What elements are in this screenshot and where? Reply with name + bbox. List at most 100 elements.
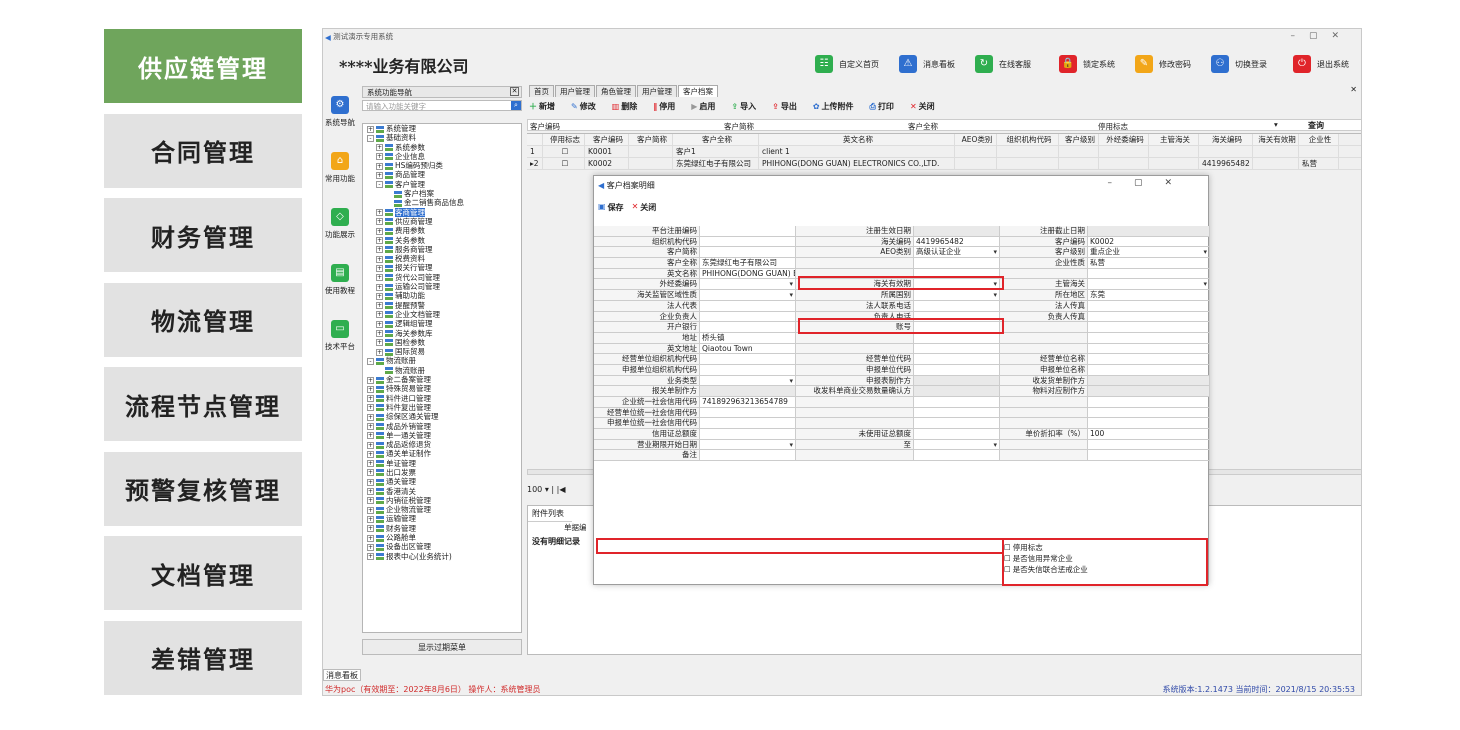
column-header[interactable]: 企业性 <box>1299 134 1339 145</box>
form-field[interactable] <box>700 375 796 387</box>
form-field[interactable]: Qiaotou Town <box>700 343 796 355</box>
tree-node[interactable]: + 系统参数 <box>363 143 521 152</box>
expand-icon[interactable]: + <box>376 153 383 161</box>
expand-icon[interactable]: + <box>376 330 383 338</box>
expand-icon[interactable]: + <box>376 144 383 152</box>
tab[interactable]: 用户管理 <box>637 85 677 97</box>
form-field[interactable] <box>1088 397 1210 408</box>
column-header[interactable]: 客户级别 <box>1059 134 1099 145</box>
form-field[interactable] <box>700 450 796 462</box>
column-header[interactable]: 停用标志 <box>543 134 585 145</box>
tree-node[interactable]: + 出口发票 <box>363 468 521 477</box>
column-header[interactable]: AEO类别 <box>955 134 997 145</box>
expand-icon[interactable]: + <box>367 404 374 412</box>
form-field[interactable] <box>1088 226 1210 237</box>
expand-icon[interactable]: + <box>367 395 374 403</box>
side-tab[interactable]: ▤ 使用教程 <box>323 264 357 296</box>
form-field[interactable] <box>1088 450 1210 462</box>
form-field[interactable] <box>914 258 1000 269</box>
window-controls[interactable]: –▢✕ <box>1290 31 1353 41</box>
tree-node[interactable]: + 服务商管理 <box>363 245 521 254</box>
expand-icon[interactable]: + <box>367 543 374 551</box>
tree-node[interactable]: + 费用参数 <box>363 226 521 235</box>
toolbar-button[interactable]: ⎙ 打印 <box>870 101 902 112</box>
form-field[interactable] <box>700 386 796 397</box>
form-field[interactable] <box>914 418 1000 430</box>
tree-node[interactable]: + 运输公司管理 <box>363 282 521 291</box>
form-field[interactable] <box>700 439 796 451</box>
expand-icon[interactable]: + <box>367 441 374 449</box>
tree-node[interactable]: + 国检参数 <box>363 338 521 347</box>
form-field[interactable] <box>1088 375 1210 387</box>
tree-node[interactable]: + 金二备案管理 <box>363 375 521 384</box>
column-header[interactable]: 组织机构代码 <box>997 134 1059 145</box>
expand-icon[interactable]: + <box>367 497 374 505</box>
toolbar-button[interactable]: ▥ 删除 <box>612 101 646 112</box>
tree-node[interactable]: + 关务参数 <box>363 236 521 245</box>
column-header[interactable]: 海关编码 <box>1199 134 1253 145</box>
form-field[interactable] <box>914 290 1000 301</box>
tree-node[interactable]: + 货代公司管理 <box>363 273 521 282</box>
toolbar-button[interactable]: ‖ 停用 <box>653 101 683 112</box>
form-field[interactable]: 重点企业 <box>1088 247 1210 259</box>
tree-node[interactable]: + 香港清关 <box>363 487 521 496</box>
form-field[interactable] <box>700 247 796 259</box>
toolbar-button[interactable]: ✕ 关闭 <box>910 101 943 112</box>
form-field[interactable] <box>700 279 796 291</box>
toolbar-button[interactable]: ⇪ 导入 <box>731 101 764 112</box>
toolbar-button[interactable]: ✿ 上传附件 <box>813 101 862 112</box>
tree-node[interactable]: + HS编码预归类 <box>363 161 521 170</box>
form-field[interactable] <box>700 236 796 248</box>
expand-icon[interactable]: + <box>376 302 383 310</box>
query-button[interactable]: 查询 <box>1308 120 1324 131</box>
expand-icon[interactable]: + <box>367 534 374 542</box>
expand-icon[interactable]: + <box>376 283 383 291</box>
tree-node[interactable]: 金二销售商品信息 <box>363 198 521 207</box>
header-button[interactable]: ✎ 修改密码 <box>1135 55 1191 73</box>
expand-icon[interactable]: + <box>376 339 383 347</box>
expand-icon[interactable]: + <box>367 376 374 384</box>
toolbar-button[interactable]: ▶ 启用 <box>691 101 723 112</box>
left-nav-item[interactable]: 供应链管理 <box>104 29 302 103</box>
form-field[interactable] <box>700 418 796 430</box>
tree-node[interactable]: + 辅助功能 <box>363 291 521 300</box>
search-input[interactable]: 请输入功能关键字 ⌕ <box>362 100 522 111</box>
form-field[interactable] <box>914 386 1000 397</box>
form-field[interactable] <box>914 354 1000 365</box>
tree-node[interactable]: + 单一通关管理 <box>363 431 521 440</box>
expand-icon[interactable]: + <box>376 227 383 235</box>
expand-icon[interactable]: + <box>367 515 374 523</box>
tab[interactable]: 首页 <box>529 85 554 97</box>
form-field[interactable] <box>914 397 1000 408</box>
side-tab[interactable]: ⚙ 系统导航 <box>323 96 357 128</box>
toolbar-button[interactable]: ＋新增 <box>529 101 563 112</box>
form-field[interactable] <box>1088 354 1210 365</box>
column-header[interactable] <box>527 134 543 145</box>
expand-icon[interactable]: + <box>367 385 374 393</box>
expand-icon[interactable]: + <box>367 478 374 486</box>
left-nav-item[interactable]: 差错管理 <box>104 620 302 695</box>
form-field[interactable] <box>1088 343 1210 355</box>
form-field[interactable] <box>1088 322 1210 333</box>
left-nav-item[interactable]: 流程节点管理 <box>104 367 302 441</box>
form-field[interactable]: PHIHONG(DONG GUAN) ELECTRONICS CO.,LTD. <box>700 268 796 280</box>
tree-node[interactable]: + 提醒预警 <box>363 301 521 310</box>
expand-icon[interactable]: + <box>376 292 383 300</box>
form-field[interactable]: 桥头镇 <box>700 332 796 344</box>
form-field[interactable] <box>700 429 796 440</box>
collapse-icon[interactable]: - <box>376 181 383 189</box>
checkbox[interactable]: ☐ <box>543 158 585 169</box>
left-nav-item[interactable]: 物流管理 <box>104 282 302 357</box>
message-board-tab[interactable]: 消息看板 <box>323 669 361 681</box>
search-icon[interactable]: ⌕ <box>511 101 521 110</box>
left-nav-item[interactable]: 预警复核管理 <box>104 451 302 526</box>
form-field[interactable]: 100 <box>1088 429 1210 440</box>
tree-node[interactable]: + 料件复出管理 <box>363 403 521 412</box>
tree-node[interactable]: - 基础资料 <box>363 133 521 142</box>
expand-icon[interactable]: + <box>367 460 374 468</box>
tree-node[interactable]: + 特殊贸易管理 <box>363 384 521 393</box>
side-tab[interactable]: ⌂ 常用功能 <box>323 152 357 184</box>
dialog-window-controls[interactable]: –▢✕ <box>1107 178 1194 188</box>
form-field[interactable]: K0002 <box>1088 236 1210 248</box>
header-button[interactable]: ☷ 自定义首页 <box>815 55 879 73</box>
